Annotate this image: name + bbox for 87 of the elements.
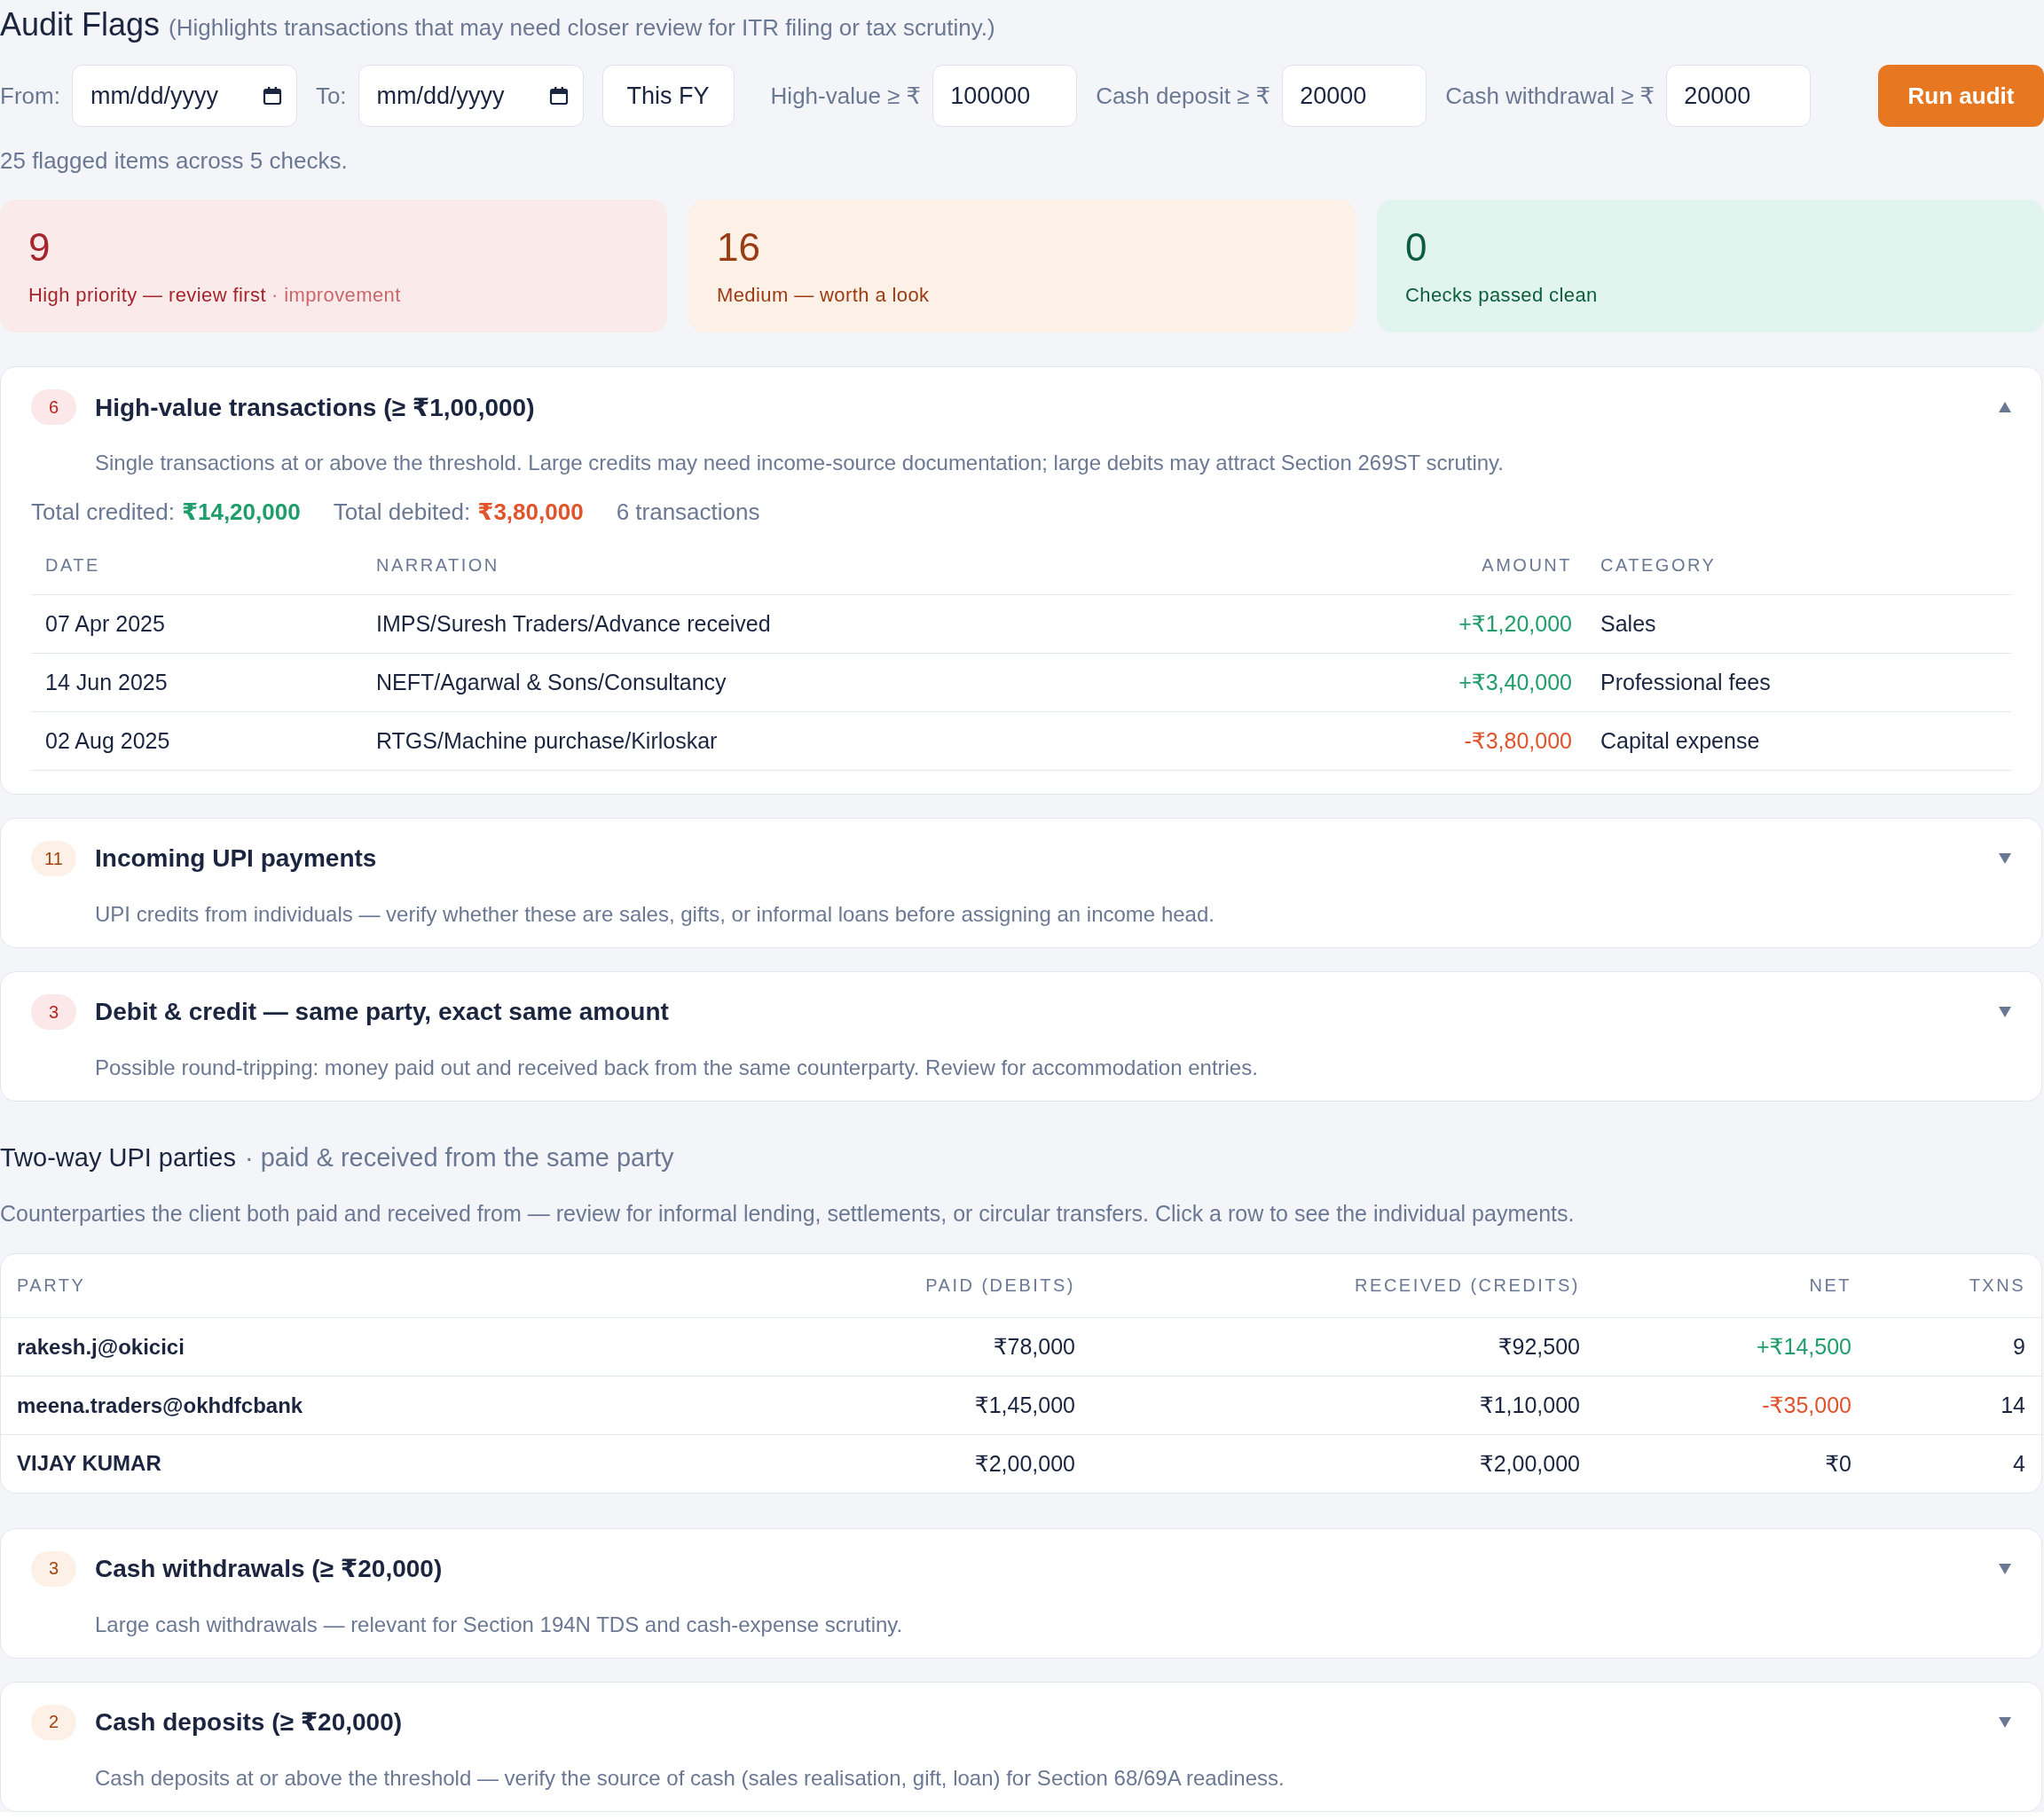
check-title: Incoming UPI payments [95,844,378,873]
table-cell-text: -₹3,80,000 [1463,728,1573,754]
table-cell-text: ₹78,000 [992,1334,1076,1360]
count-badge: 3 [31,994,76,1030]
table-cell-text: +₹3,40,000 [1458,670,1573,695]
summary-label: Checks passed clean [1405,283,1598,308]
table-cell-text: ₹0 [1824,1450,1852,1477]
field-label: Cash withdrawal ≥ ₹ [1445,82,1655,110]
summary-count: 9 [28,224,51,271]
check-description: Possible round-tripping: money paid out and received back from the same counterparty. Review for accommodation entries. [95,1055,1259,1081]
page-subtitle: (Highlights transactions that may need closer review for ITR filing or tax scrutiny.) [169,13,995,43]
column-header: AMOUNT [1481,555,1573,576]
check-description: Single transactions at or above the threshold. Large credits may need income-source documentation; large debits may attract Section 269ST scrutiny. [95,450,1505,476]
check-description: Large cash withdrawals — relevant for Section 194N TDS and cash-expense scrutiny. [95,1611,904,1638]
count-badge: 2 [31,1704,76,1740]
caret-down-icon[interactable] [1999,1563,2011,1574]
table-cell-text: 4 [2012,1450,2026,1477]
date-field[interactable]: mm/dd/yyyy [358,65,584,127]
field-label: From: [0,82,60,110]
threshold-field[interactable]: 100000 [932,65,1078,127]
table-cell-text: ₹1,45,000 [973,1392,1076,1418]
check-title: Cash withdrawals (≥ ₹20,000) [95,1554,444,1583]
summary-count: 0 [1405,224,1428,271]
caret-down-icon[interactable] [1999,853,2011,864]
threshold-field[interactable]: 20000 [1666,65,1812,127]
total-label: Total debited: [333,498,471,527]
check-description: UPI credits from individuals — verify whether these are sales, gifts, or informal loans before assigning an income head. [95,901,1215,928]
table-cell-text: Sales [1600,611,1657,637]
section-subtitle: · paid & received from the same party [244,1142,674,1173]
column-header: RECEIVED (CREDITS) [1354,1275,1581,1296]
table-cell[interactable]: VIJAY KUMAR [1,1451,620,1477]
column-header: CATEGORY [1600,555,1718,576]
total-value: ₹14,20,000 [181,498,301,527]
caret-down-icon[interactable] [1999,1716,2011,1728]
page-title: Audit Flags [0,5,161,44]
count-badge: 11 [31,841,76,876]
summary-label: High priority — review first [28,283,266,308]
check-title: Cash deposits (≥ ₹20,000) [95,1707,404,1737]
check-title: Debit & credit — same party, exact same amount [95,998,670,1026]
table-cell-text: 14 [2000,1392,2026,1418]
date-field[interactable]: mm/dd/yyyy [71,65,297,127]
column-header: PARTY [16,1275,87,1296]
column-header: TXNS [1968,1275,2026,1296]
total-label: Total credited: [31,498,175,527]
table-cell-text: -₹35,000 [1761,1392,1852,1418]
table-cell-text: +₹1,20,000 [1458,611,1573,637]
transaction-count: 6 transactions [616,498,760,527]
caret-up-icon[interactable] [1999,402,2011,412]
summary-count: 16 [717,224,761,271]
field-label: Cash deposit ≥ ₹ [1096,82,1271,110]
column-header: DATE [44,555,101,576]
table-cell-text: ₹92,500 [1497,1334,1581,1360]
table-cell-text: Professional fees [1600,670,1772,695]
table-cell-text: Capital expense [1600,728,1761,754]
table-cell-text: 07 Apr 2025 [44,611,166,637]
table-cell-text: 02 Aug 2025 [44,728,171,754]
check-title: High-value transactions (≥ ₹1,00,000) [95,392,536,422]
calendar-icon[interactable] [262,86,282,106]
table-cell-text: 14 Jun 2025 [44,670,169,695]
field-label: To: [315,82,347,110]
section-title: Two-way UPI parties [0,1142,236,1173]
table-cell[interactable]: rakesh.j@okicici [1,1334,620,1360]
table-cell-text: ₹2,00,000 [973,1450,1076,1477]
check-description: Cash deposits at or above the threshold — verify the source of cash (sales realisation, gift, loan) for Section 68/69A readiness. [95,1764,1285,1792]
summary-text: 25 flagged items across 5 checks. [0,147,349,174]
table-cell-text: +₹14,500 [1756,1334,1852,1360]
column-header: PAID (DEBITS) [924,1275,1076,1296]
table-cell-text: IMPS/Suresh Traders/Advance received [375,611,772,637]
table-cell[interactable]: meena.traders@okhdfcbank [1,1392,620,1418]
summary-label: Medium — worth a look [717,283,930,308]
table-cell-text: ₹1,10,000 [1478,1392,1581,1418]
column-header: NARRATION [375,555,500,576]
calendar-icon[interactable] [548,86,569,106]
table-cell-text: 9 [2012,1334,2026,1360]
table-cell-text: NEFT/Agarwal & Sons/Consultancy [375,670,727,695]
table-cell-text: ₹2,00,000 [1478,1450,1581,1477]
threshold-field[interactable]: 20000 [1282,65,1427,127]
total-value: ₹3,80,000 [477,498,584,527]
summary-note: · improvement [271,283,401,308]
column-header: NET [1808,1275,1852,1296]
preset-button[interactable]: This FY [601,65,735,127]
count-badge: 3 [31,1550,76,1587]
field-label: High-value ≥ ₹ [770,82,922,110]
count-badge: 6 [31,389,76,425]
table-cell-text: RTGS/Machine purchase/Kirloskar [375,728,719,754]
caret-down-icon[interactable] [1999,1007,2011,1017]
section-description: Counterparties the client both paid and received from — review for informal lending, settlements, or circular transfers. Click a row to see the individual payments. [0,1200,1576,1228]
